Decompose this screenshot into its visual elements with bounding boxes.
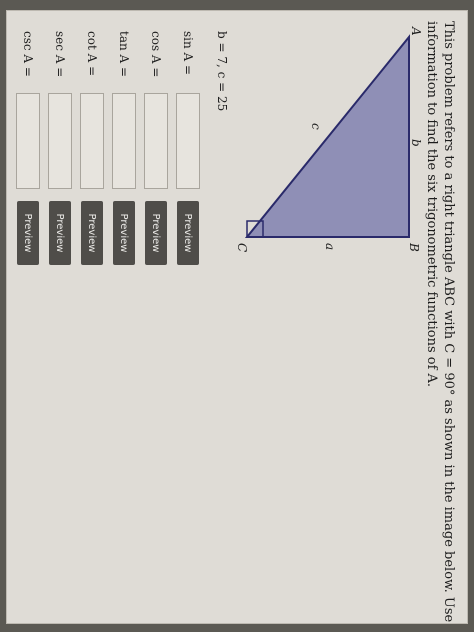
sec-label: sec A = [53, 31, 67, 78]
triangle-diagram [244, 34, 410, 238]
sec-row: sec A = Preview [47, 31, 73, 265]
csc-input[interactable] [16, 93, 40, 189]
cos-preview-button[interactable]: Preview [145, 201, 167, 265]
side-a-label: a [323, 243, 337, 251]
cos-input[interactable] [144, 93, 168, 189]
tan-row: tan A = Preview [111, 31, 137, 265]
triangle-shape [244, 34, 410, 238]
sin-row: sin A = Preview [175, 31, 201, 265]
triangle-figure: A B C a b c [233, 27, 423, 267]
cot-preview-button[interactable]: Preview [81, 201, 103, 265]
cot-input[interactable] [80, 93, 104, 189]
sin-input[interactable] [176, 93, 200, 189]
sin-preview-button[interactable]: Preview [177, 201, 199, 265]
sec-input[interactable] [48, 93, 72, 189]
given-values: b = 7, c = 25 [215, 31, 229, 112]
problem-line-1: This problem refers to a right triangle … [441, 21, 456, 624]
rotated-content: This problem refers to a right triangle … [7, 11, 467, 624]
cos-row: cos A = Preview [143, 31, 169, 265]
homework-page: This problem refers to a right triangle … [6, 10, 468, 624]
csc-preview-button[interactable]: Preview [17, 201, 39, 265]
tan-label: tan A = [117, 31, 131, 78]
csc-row: csc A = Preview [15, 31, 41, 265]
csc-label: csc A = [21, 31, 35, 77]
side-c-label: c [309, 123, 323, 130]
cot-row: cot A = Preview [79, 31, 105, 265]
sec-preview-button[interactable]: Preview [49, 201, 71, 265]
sin-label: sin A = [181, 31, 195, 76]
vertex-a-label: A [409, 27, 423, 36]
tan-input[interactable] [112, 93, 136, 189]
vertex-b-label: B [407, 243, 421, 252]
problem-statement: This problem refers to a right triangle … [423, 21, 457, 624]
vertex-c-label: C [235, 243, 249, 253]
cos-label: cos A = [149, 31, 163, 78]
tan-preview-button[interactable]: Preview [113, 201, 135, 265]
side-b-label: b [409, 139, 423, 147]
cot-label: cot A = [85, 31, 99, 77]
problem-line-2: information to find the six trigonometri… [424, 21, 439, 388]
